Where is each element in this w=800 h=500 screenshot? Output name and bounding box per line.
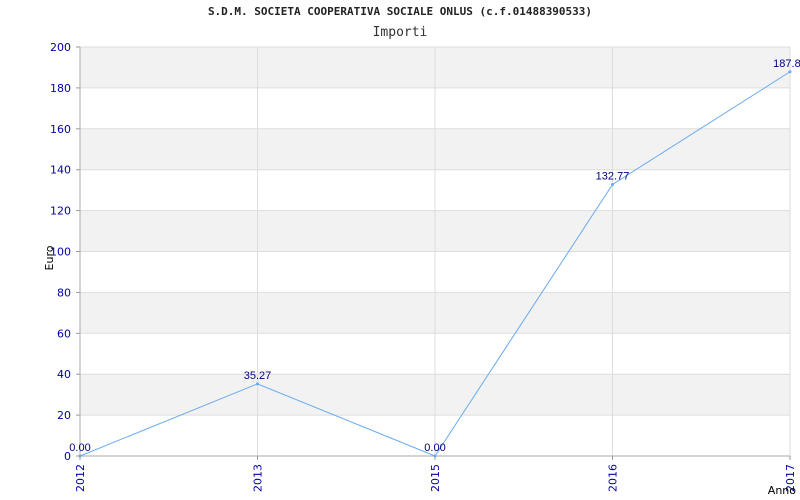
y-tick-label: 160 [50,123,71,136]
data-point [788,70,792,74]
y-tick-label: 20 [57,409,71,422]
data-point [78,454,82,458]
y-axis-title: Euro [43,245,56,270]
data-point [256,382,259,386]
chart: S.D.M. SOCIETA COOPERATIVA SOCIALE ONLUS… [0,0,800,500]
x-tick-label: 2013 [252,464,265,492]
data-label: 132.77 [596,170,630,182]
x-tick-label: 2015 [429,464,442,492]
y-tick-label: 40 [57,368,71,381]
x-tick-label: 2016 [607,464,620,492]
data-point [611,182,614,186]
y-tick-label: 200 [50,41,71,54]
y-tick-label: 80 [57,286,71,299]
x-axis-title: Anno [768,484,796,497]
y-tick-label: 140 [50,164,71,177]
plot-area: 020406080100120140160180200 2012 2013 2015… [43,41,800,497]
x-tick-label: 2012 [74,464,87,492]
y-tick-label: 120 [50,205,71,218]
data-point [433,454,437,458]
data-label: 0.00 [69,442,90,454]
y-tick-label: 60 [57,327,71,340]
y-tick-label: 180 [50,82,71,95]
data-label: 0.00 [424,442,445,454]
data-label: 35.27 [244,370,272,382]
data-label: 187.89 [773,58,800,70]
